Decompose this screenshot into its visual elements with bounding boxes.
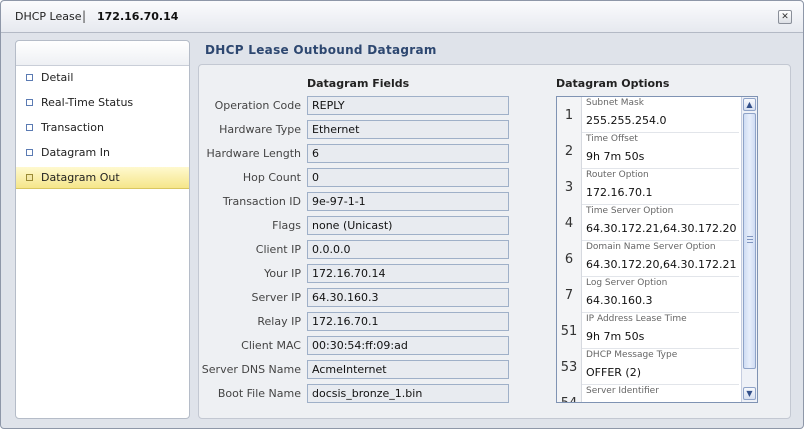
field-value-your-ip: 172.16.70.14 [307, 264, 509, 283]
sidebar: Detail Real-Time Status Transaction Data… [15, 40, 190, 419]
sidebar-item-label: Detail [41, 71, 74, 84]
field-value-transaction-id: 9e-97-1-1 [307, 192, 509, 211]
option-name: Server Identifier [586, 386, 659, 396]
option-value: 172.16.70.1 [586, 186, 653, 199]
option-number: 3 [557, 169, 582, 205]
field-label-server-dns-name: Server DNS Name [201, 363, 301, 376]
option-row: 7 Log Server Option 64.30.160.3 [557, 277, 739, 313]
square-bullet-icon [26, 99, 33, 106]
page-title: DHCP Lease Outbound Datagram [205, 43, 437, 57]
option-row: 51 IP Address Lease Time 9h 7m 50s [557, 313, 739, 349]
option-number: 51 [557, 313, 582, 349]
option-row: 4 Time Server Option 64.30.172.21,64.30.… [557, 205, 739, 241]
field-value-operation-code: REPLY [307, 96, 509, 115]
option-row: 6 Domain Name Server Option 64.30.172.20… [557, 241, 739, 277]
field-label-hardware-length: Hardware Length [206, 147, 301, 160]
option-row: 53 DHCP Message Type OFFER (2) [557, 349, 739, 385]
datagram-options-list[interactable]: 1 Subnet Mask 255.255.254.0 2 Time Offse… [556, 96, 758, 403]
close-button[interactable]: ✕ [778, 10, 792, 24]
option-name: DHCP Message Type [586, 350, 678, 360]
scroll-thumb[interactable] [743, 113, 756, 369]
option-name: Time Server Option [586, 206, 674, 216]
field-value-flags: none (Unicast) [307, 216, 509, 235]
square-bullet-icon [26, 124, 33, 131]
option-name: Time Offset [586, 134, 638, 144]
arrow-up-icon: ▲ [746, 100, 753, 109]
option-number: 7 [557, 277, 582, 313]
title-bar: DHCP Lease | 172.16.70.14 ✕ [1, 1, 803, 33]
option-number: 54 [557, 385, 582, 402]
field-label-client-ip: Client IP [255, 243, 301, 256]
sidebar-item-label: Datagram Out [41, 171, 120, 184]
option-number: 1 [557, 97, 582, 133]
scroll-up-button[interactable]: ▲ [743, 98, 756, 111]
option-value: 9h 7m 50s [586, 150, 645, 163]
window-title: DHCP Lease [15, 10, 82, 23]
field-value-server-dns-name: AcmeInternet [307, 360, 509, 379]
field-value-hardware-length: 6 [307, 144, 509, 163]
sidebar-item-label: Real-Time Status [41, 96, 134, 109]
sidebar-item-real-time-status[interactable]: Real-Time Status [16, 92, 189, 114]
close-icon: ✕ [781, 12, 789, 22]
option-row: 3 Router Option 172.16.70.1 [557, 169, 739, 205]
option-name: Log Server Option [586, 278, 668, 288]
option-row: 54 Server Identifier [557, 385, 739, 402]
field-value-server-ip: 64.30.160.3 [307, 288, 509, 307]
field-label-flags: Flags [272, 219, 301, 232]
sidebar-item-datagram-out[interactable]: Datagram Out [16, 167, 189, 189]
options-section-title: Datagram Options [556, 77, 670, 90]
field-value-client-ip: 0.0.0.0 [307, 240, 509, 259]
field-value-hop-count: 0 [307, 168, 509, 187]
sidebar-header [16, 41, 189, 66]
field-value-relay-ip: 172.16.70.1 [307, 312, 509, 331]
field-label-server-ip: Server IP [251, 291, 301, 304]
sidebar-item-label: Transaction [41, 121, 104, 134]
window-ip: 172.16.70.14 [97, 10, 179, 23]
option-name: IP Address Lease Time [586, 314, 687, 324]
option-value: 64.30.172.20,64.30.172.21 [586, 258, 737, 271]
option-value: 64.30.160.3 [586, 294, 653, 307]
option-name: Router Option [586, 170, 649, 180]
square-bullet-icon [26, 74, 33, 81]
option-number: 4 [557, 205, 582, 241]
option-value: 255.255.254.0 [586, 114, 667, 127]
option-number: 53 [557, 349, 582, 385]
option-value: OFFER (2) [586, 366, 641, 379]
sidebar-item-datagram-in[interactable]: Datagram In [16, 142, 189, 164]
field-value-hardware-type: Ethernet [307, 120, 509, 139]
scroll-down-button[interactable]: ▼ [743, 387, 756, 400]
field-label-your-ip: Your IP [264, 267, 301, 280]
option-number: 2 [557, 133, 582, 169]
field-label-boot-file-name: Boot File Name [217, 387, 301, 400]
sidebar-item-label: Datagram In [41, 146, 110, 159]
title-separator: | [82, 9, 87, 23]
grip-icon [747, 236, 753, 243]
fields-section-title: Datagram Fields [307, 77, 410, 90]
field-label-hardware-type: Hardware Type [219, 123, 301, 136]
arrow-down-icon: ▼ [746, 389, 753, 398]
option-number: 6 [557, 241, 582, 277]
dhcp-lease-window: DHCP Lease | 172.16.70.14 ✕ Detail Real-… [0, 0, 804, 429]
field-label-relay-ip: Relay IP [257, 315, 301, 328]
option-row: 2 Time Offset 9h 7m 50s [557, 133, 739, 169]
option-row: 1 Subnet Mask 255.255.254.0 [557, 97, 739, 133]
square-bullet-icon [26, 174, 33, 181]
option-value: 9h 7m 50s [586, 330, 645, 343]
field-label-transaction-id: Transaction ID [222, 195, 301, 208]
field-label-hop-count: Hop Count [242, 171, 301, 184]
square-bullet-icon [26, 149, 33, 156]
options-scrollbar[interactable]: ▲ ▼ [741, 97, 757, 402]
field-value-boot-file-name: docsis_bronze_1.bin [307, 384, 509, 403]
field-label-operation-code: Operation Code [214, 99, 301, 112]
option-value: 64.30.172.21,64.30.172.20 [586, 222, 737, 235]
sidebar-item-transaction[interactable]: Transaction [16, 117, 189, 139]
option-name: Subnet Mask [586, 98, 644, 108]
field-label-client-mac: Client MAC [241, 339, 301, 352]
field-value-client-mac: 00:30:54:ff:09:ad [307, 336, 509, 355]
option-name: Domain Name Server Option [586, 242, 716, 252]
sidebar-item-detail[interactable]: Detail [16, 67, 189, 89]
